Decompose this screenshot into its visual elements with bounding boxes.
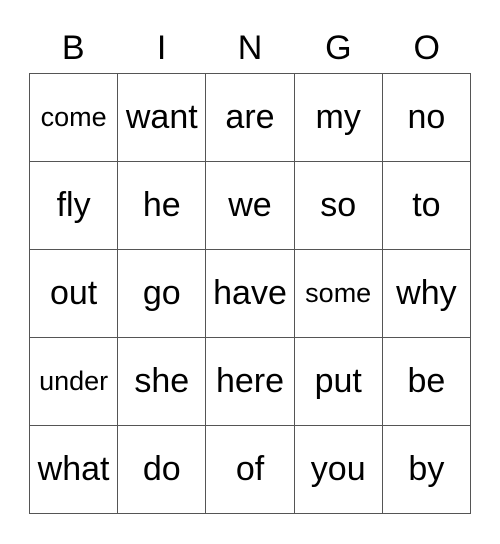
bingo-cell[interactable]: we (206, 162, 295, 250)
bingo-cell[interactable]: some (294, 250, 383, 338)
bingo-cell[interactable]: are (206, 74, 295, 162)
header-letter-o: O (413, 29, 440, 67)
bingo-cell[interactable]: no (382, 74, 471, 162)
header-letter-n: N (237, 29, 263, 67)
bingo-cell[interactable]: why (382, 250, 471, 338)
bingo-cell[interactable]: of (206, 426, 295, 514)
bingo-cell[interactable]: by (382, 426, 471, 514)
bingo-cell[interactable]: want (118, 74, 207, 162)
bingo-cell[interactable]: here (206, 338, 295, 426)
bingo-cell[interactable]: be (382, 338, 471, 426)
bingo-cell[interactable]: come (30, 74, 119, 162)
bingo-cell[interactable]: under (30, 338, 119, 426)
bingo-cell[interactable]: out (30, 250, 119, 338)
bingo-cell[interactable]: go (118, 250, 207, 338)
bingo-cell[interactable]: he (118, 162, 207, 250)
header-letter-b: B (61, 29, 85, 67)
bingo-cell[interactable]: she (118, 338, 207, 426)
bingo-cell[interactable]: do (118, 426, 207, 514)
bingo-cell[interactable]: have (206, 250, 295, 338)
bingo-board: come want are my no fly he we so to out … (29, 73, 471, 514)
bingo-cell[interactable]: to (382, 162, 471, 250)
bingo-cell[interactable]: my (294, 74, 383, 162)
header-letter-g: G (325, 29, 352, 67)
bingo-cell[interactable]: you (294, 426, 383, 514)
bingo-header: B I N G O (29, 24, 471, 72)
bingo-cell[interactable]: put (294, 338, 383, 426)
bingo-cell[interactable]: what (30, 426, 119, 514)
bingo-cell[interactable]: so (294, 162, 383, 250)
bingo-cell[interactable]: fly (30, 162, 119, 250)
header-letter-i: I (156, 29, 167, 67)
